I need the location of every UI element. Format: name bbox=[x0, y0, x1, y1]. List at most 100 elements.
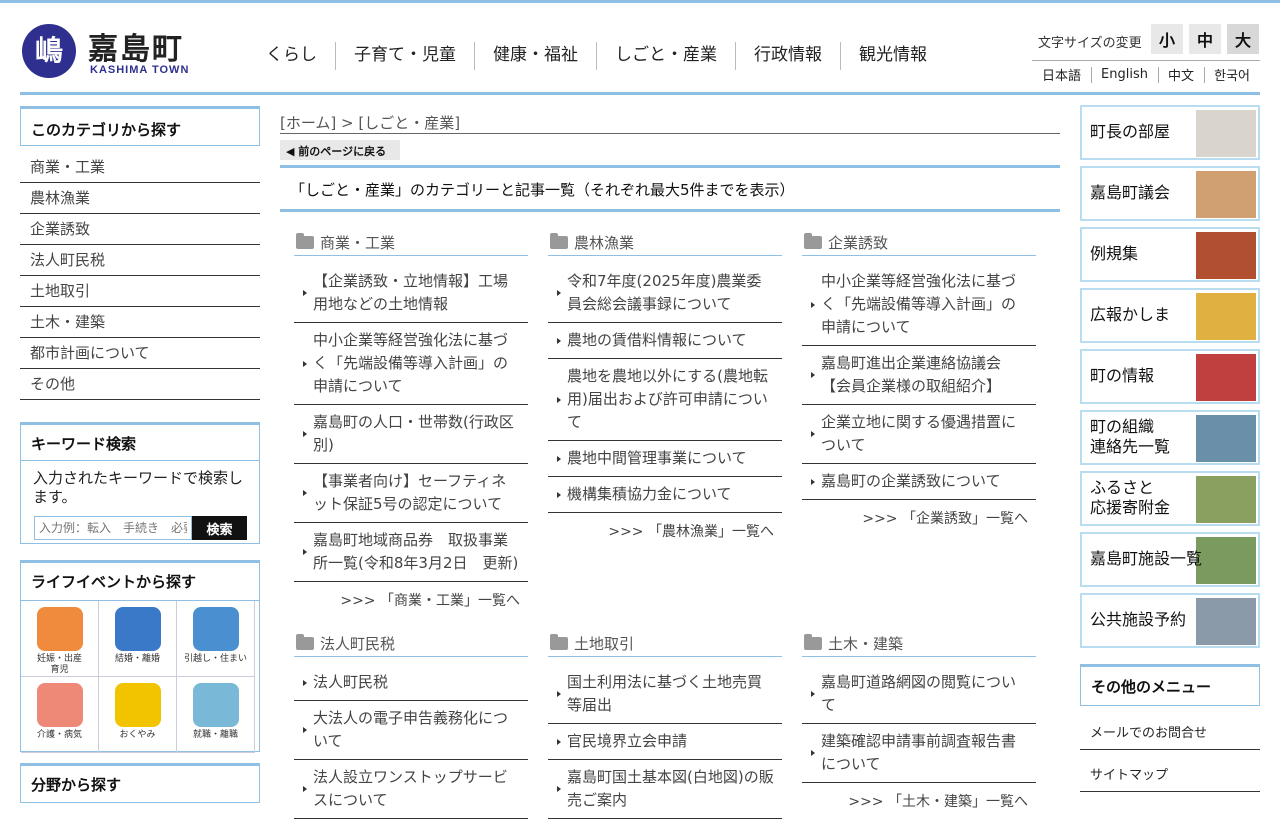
banner-reservation[interactable]: 公共施設予約 bbox=[1080, 593, 1260, 648]
banner-assembly[interactable]: 嘉島町議会 bbox=[1080, 166, 1260, 221]
article-link[interactable]: 法人設立ワンストップサービスについて bbox=[294, 760, 528, 819]
article-link[interactable]: 中小企業等経営強化法に基づく「先端設備等導入計画」の申請について bbox=[802, 264, 1036, 346]
section-header[interactable]: 商業・工業 bbox=[294, 226, 528, 256]
section-header[interactable]: 企業誘致 bbox=[802, 226, 1036, 256]
life-event-marriage[interactable]: 結婚・離婚 bbox=[99, 601, 177, 677]
keyword-search-box: キーワード検索 入力されたキーワードで検索します。 検索 bbox=[20, 422, 260, 544]
section-more-link[interactable]: >>> 「土木・建築」一覧へ bbox=[802, 783, 1036, 811]
article-link[interactable]: 企業立地に関する優遇措置について bbox=[802, 405, 1036, 464]
menu-mail-contact[interactable]: メールでのお問合せ bbox=[1080, 708, 1260, 750]
category-item[interactable]: 都市計画について bbox=[20, 338, 260, 369]
article-link[interactable]: 中小企業等経営強化法に基づく「先端設備等導入計画」の申請について bbox=[294, 323, 528, 405]
nav-kosodate[interactable]: 子育て・児童 bbox=[336, 42, 475, 70]
breadcrumb[interactable]: [ホーム] > [しごと・産業] bbox=[280, 112, 1060, 134]
life-event-employment[interactable]: 就職・離職 bbox=[177, 677, 255, 753]
category-item[interactable]: 法人町民税 bbox=[20, 245, 260, 276]
category-box-title: このカテゴリから探す bbox=[20, 106, 260, 146]
nav-kenko[interactable]: 健康・福祉 bbox=[475, 42, 597, 70]
category-item[interactable]: 農林漁業 bbox=[20, 183, 260, 214]
banner-regulations[interactable]: 例規集 bbox=[1080, 227, 1260, 282]
lang-english[interactable]: English bbox=[1097, 67, 1152, 82]
banner-mayor[interactable]: 町長の部屋 bbox=[1080, 105, 1260, 160]
lang-japanese[interactable]: 日本語 bbox=[1038, 65, 1085, 84]
article-link[interactable]: 農地の賃借料情報について bbox=[548, 323, 782, 359]
banner-image-icon bbox=[1196, 171, 1256, 218]
article-link[interactable]: 官民境界立会申請 bbox=[548, 724, 782, 760]
back-button[interactable]: ◀ 前のページに戻る bbox=[280, 140, 400, 160]
life-event-moving[interactable]: 引越し・住まい bbox=[177, 601, 255, 677]
article-link[interactable]: 建築確認申請事前調査報告書について bbox=[802, 724, 1036, 783]
banner-image-icon bbox=[1196, 110, 1256, 157]
keyword-search-input[interactable] bbox=[34, 516, 192, 540]
article-link[interactable]: 【企業誘致・立地情報】工場用地などの土地情報 bbox=[294, 264, 528, 323]
category-item[interactable]: その他 bbox=[20, 369, 260, 400]
font-size-small-button[interactable]: 小 bbox=[1151, 24, 1183, 54]
banner-image-icon bbox=[1196, 476, 1256, 523]
lang-korean[interactable]: 한국어 bbox=[1210, 65, 1254, 84]
banner-label: 町の情報 bbox=[1090, 366, 1155, 385]
banner-organization[interactable]: 町の組織 連絡先一覧 bbox=[1080, 410, 1260, 465]
section-more-link[interactable]: >>> 「企業誘致」一覧へ bbox=[802, 500, 1036, 528]
banner-kouhou[interactable]: 広報かしま bbox=[1080, 288, 1260, 343]
folder-icon bbox=[296, 634, 314, 650]
article-link[interactable]: 国土利用法に基づく土地売買等届出 bbox=[548, 665, 782, 724]
banner-label: 例規集 bbox=[1090, 244, 1139, 263]
font-size-label: 文字サイズの変更 bbox=[1038, 36, 1142, 51]
banner-furusato[interactable]: ふるさと 応援寄附金 bbox=[1080, 471, 1260, 526]
article-link[interactable]: 大法人の電子申告義務化について bbox=[294, 701, 528, 760]
banner-label: 広報かしま bbox=[1090, 305, 1171, 324]
top-accent-bar bbox=[0, 0, 1280, 3]
category-item[interactable]: 企業誘致 bbox=[20, 214, 260, 245]
section-header[interactable]: 土地取引 bbox=[548, 627, 782, 657]
category-item[interactable]: 土木・建築 bbox=[20, 307, 260, 338]
article-link[interactable]: 農地を農地以外にする(農地転用)届出および許可申請について bbox=[548, 359, 782, 441]
lang-divider bbox=[1157, 66, 1159, 83]
section-header[interactable]: 法人町民税 bbox=[294, 627, 528, 657]
article-link[interactable]: 法人町民税 bbox=[294, 665, 528, 701]
town-emblem-icon: 嶋 bbox=[22, 24, 76, 78]
font-size-medium-button[interactable]: 中 bbox=[1189, 24, 1221, 54]
section-title: 商業・工業 bbox=[320, 234, 396, 252]
article-link[interactable]: 嘉島町進出企業連絡協議会【会員企業様の取組紹介】 bbox=[802, 346, 1036, 405]
article-link[interactable]: 嘉島町地域商品券 取扱事業所一覧(令和8年3月2日 更新) bbox=[294, 523, 528, 582]
section-more-link[interactable]: >>> 「商業・工業」一覧へ bbox=[294, 582, 528, 610]
banner-town-info[interactable]: 町の情報 bbox=[1080, 349, 1260, 404]
life-event-care[interactable]: 介護・病気 bbox=[21, 677, 99, 753]
banner-label: ふるさと 応援寄附金 bbox=[1090, 478, 1171, 517]
article-link[interactable]: 農地中間管理事業について bbox=[548, 441, 782, 477]
page-title: 「しごと・産業」のカテゴリーと記事一覧（それぞれ最大5件までを表示） bbox=[280, 165, 1060, 212]
nav-kanko[interactable]: 観光情報 bbox=[841, 42, 945, 70]
category-list: 商業・工業 農林漁業 企業誘致 法人町民税 土地取引 土木・建築 都市計画につい… bbox=[20, 152, 260, 400]
article-link[interactable]: 嘉島町国土基本図(白地図)の販売ご案内 bbox=[548, 760, 782, 819]
article-link[interactable]: 機構集積協力金について bbox=[548, 477, 782, 513]
lang-chinese[interactable]: 中文 bbox=[1164, 65, 1198, 84]
section-more-link[interactable]: >>> 「農林漁業」一覧へ bbox=[548, 513, 782, 541]
banner-image-icon bbox=[1196, 293, 1256, 340]
section-column: 土木・建築嘉島町道路網図の閲覧について 建築確認申請事前調査報告書について >>> … bbox=[802, 627, 1036, 811]
article-link[interactable]: 嘉島町道路網図の閲覧について bbox=[802, 665, 1036, 724]
section-header[interactable]: 土木・建築 bbox=[802, 627, 1036, 657]
article-link[interactable]: 【事業者向け】セーフティネット保証5号の認定について bbox=[294, 464, 528, 523]
font-size-large-button[interactable]: 大 bbox=[1227, 24, 1259, 54]
keyword-search-button[interactable]: 検索 bbox=[192, 516, 247, 540]
life-event-label: 引越し・住まい bbox=[183, 654, 247, 664]
life-event-pregnancy[interactable]: 妊娠・出産 育児 bbox=[21, 601, 99, 677]
nav-kurashi[interactable]: くらし bbox=[248, 42, 336, 70]
logo-name: 嘉島町 bbox=[88, 32, 184, 67]
nav-shigoto[interactable]: しごと・産業 bbox=[597, 42, 736, 70]
article-link[interactable]: 嘉島町の人口・世帯数(行政区別) bbox=[294, 405, 528, 464]
site-logo[interactable]: 嶋 嘉島町 KASHIMA TOWN bbox=[22, 24, 192, 80]
banner-facilities[interactable]: 嘉島町施設一覧 bbox=[1080, 532, 1260, 587]
section-title: 農林漁業 bbox=[574, 234, 635, 252]
article-link[interactable]: 嘉島町の企業誘致について bbox=[802, 464, 1036, 500]
category-item[interactable]: 商業・工業 bbox=[20, 152, 260, 183]
section-column: 商業・工業【企業誘致・立地情報】工場用地などの土地情報 中小企業等経営強化法に基づ… bbox=[294, 226, 528, 610]
menu-sitemap[interactable]: サイトマップ bbox=[1080, 750, 1260, 792]
life-event-label: 結婚・離婚 bbox=[114, 654, 160, 664]
section-column: 農林漁業令和7年度(2025年度)農業委員会総会議事録について 農地の賃借料情報に… bbox=[548, 226, 782, 541]
article-link[interactable]: 令和7年度(2025年度)農業委員会総会議事録について bbox=[548, 264, 782, 323]
section-header[interactable]: 農林漁業 bbox=[548, 226, 782, 256]
category-item[interactable]: 土地取引 bbox=[20, 276, 260, 307]
nav-gyosei[interactable]: 行政情報 bbox=[736, 42, 841, 70]
life-event-condolence[interactable]: おくやみ bbox=[99, 677, 177, 753]
